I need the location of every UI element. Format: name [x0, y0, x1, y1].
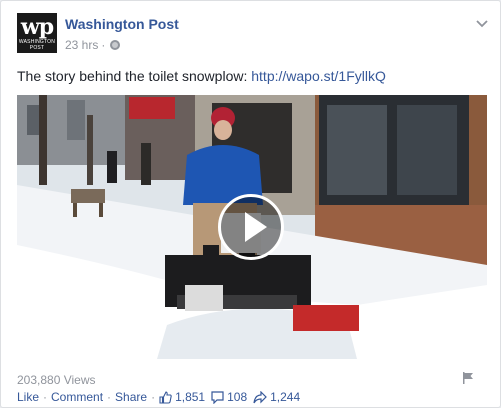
share-button[interactable]: Share [115, 390, 147, 404]
like-button[interactable]: Like [17, 390, 39, 404]
wp-logo: wp [20, 14, 54, 40]
action-separator: · [151, 390, 156, 404]
action-separator: · [107, 390, 112, 404]
play-icon[interactable] [218, 194, 284, 260]
chevron-down-icon[interactable] [476, 15, 488, 31]
flag-icon[interactable] [462, 371, 474, 384]
shares-stat[interactable]: 1,244 [253, 390, 300, 404]
view-count: 203,880 Views [17, 373, 96, 387]
avatar-subtitle: WASHINGTON POST [18, 39, 56, 51]
post-text: The story behind the toilet snowplow: ht… [17, 68, 386, 84]
page-avatar[interactable]: wp WASHINGTON POST [17, 13, 57, 53]
likes-count: 1,851 [175, 390, 206, 404]
action-bar: Like · Comment · Share · 1,851 108 1,244 [17, 390, 300, 404]
post-meta: 23 hrs · [65, 38, 121, 52]
video-player[interactable] [17, 95, 487, 359]
comments-stat[interactable]: 108 [211, 390, 247, 404]
comment-button[interactable]: Comment [51, 390, 103, 404]
shares-count: 1,244 [270, 390, 301, 404]
likes-stat[interactable]: 1,851 [159, 390, 205, 404]
post-caption: The story behind the toilet snowplow: [17, 68, 252, 84]
post-card: wp WASHINGTON POST Washington Post 23 hr… [0, 0, 501, 408]
page-name-link[interactable]: Washington Post [65, 16, 179, 32]
globe-icon [110, 40, 121, 50]
comments-count: 108 [227, 390, 248, 404]
thumbs-up-icon [159, 390, 172, 404]
meta-separator: · [101, 38, 106, 52]
post-link[interactable]: http://wapo.st/1FyllkQ [251, 68, 386, 84]
comment-icon [211, 390, 224, 404]
share-arrow-icon [253, 390, 267, 403]
action-separator: · [43, 390, 48, 404]
post-timestamp[interactable]: 23 hrs [65, 38, 98, 52]
